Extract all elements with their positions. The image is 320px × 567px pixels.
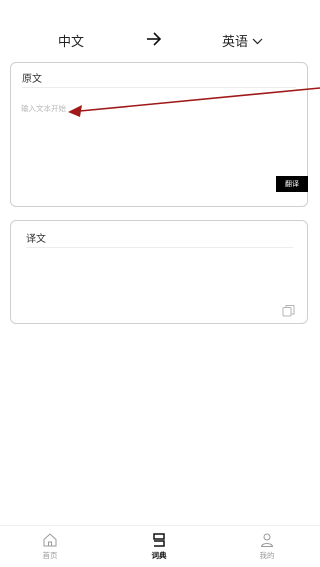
source-card-divider xyxy=(22,87,296,88)
user-icon xyxy=(260,533,274,547)
translation-card-divider xyxy=(26,247,293,248)
target-language-dropdown[interactable]: 英语 xyxy=(222,31,263,50)
arrow-right-icon[interactable] xyxy=(146,30,162,48)
tab-home-label: 首页 xyxy=(42,551,58,560)
language-bar: 中文 英语 xyxy=(0,26,320,54)
target-language-label: 英语 xyxy=(222,35,249,50)
tab-dictionary-label: 词典 xyxy=(151,551,167,560)
chevron-down-icon xyxy=(252,38,263,44)
source-text-card: 原文 翻译 xyxy=(10,62,308,207)
source-text-input[interactable] xyxy=(21,103,299,193)
tab-home[interactable]: 首页 xyxy=(20,532,80,561)
source-card-title: 原文 xyxy=(22,74,42,85)
tab-mine[interactable]: 我的 xyxy=(237,532,297,561)
dictionary-icon xyxy=(153,533,165,547)
translation-result-card: 译文 xyxy=(10,220,308,324)
translate-button[interactable]: 翻译 xyxy=(276,176,308,192)
tab-dictionary[interactable]: 词典 xyxy=(129,532,189,561)
home-icon xyxy=(43,533,57,547)
translation-card-title: 译文 xyxy=(26,234,46,245)
source-language-button[interactable]: 中文 xyxy=(58,31,84,50)
copy-icon[interactable] xyxy=(282,304,295,317)
tab-mine-label: 我的 xyxy=(259,551,275,560)
bottom-tab-bar: 首页 词典 我的 xyxy=(0,525,320,567)
